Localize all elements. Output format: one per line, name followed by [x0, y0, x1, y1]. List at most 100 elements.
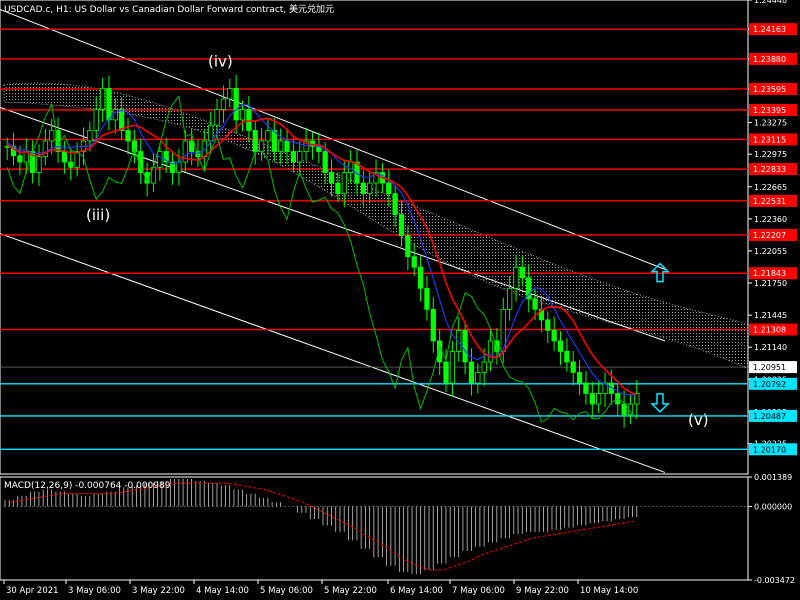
candle-body	[220, 98, 227, 110]
price-axis-label: 1.22975	[754, 150, 787, 159]
macd-axis-label: -0.003472	[754, 576, 795, 585]
candle-body	[99, 87, 106, 110]
candle-body	[449, 351, 456, 384]
resistance-level-label: 1.24163	[753, 25, 786, 34]
candle-body	[405, 235, 411, 258]
candle-body	[239, 109, 246, 121]
candle-body	[258, 140, 265, 152]
support-level-label: 1.20792	[753, 380, 786, 389]
candle-body	[557, 340, 564, 352]
candle-body	[87, 130, 93, 142]
candle-body	[545, 319, 551, 331]
candle-body	[17, 155, 23, 163]
candle-body	[443, 361, 449, 384]
candle-body	[564, 351, 570, 363]
candle-body	[297, 151, 303, 163]
candle-body	[398, 214, 405, 237]
candle-body	[328, 172, 335, 184]
time-axis-label: 7 May 06:00	[452, 586, 505, 596]
macd-title: MACD(12,26,9) -0.000764 -0.000989	[4, 481, 171, 491]
support-level-label: 1.20487	[753, 412, 786, 421]
support-level-label: 1.20170	[753, 445, 786, 454]
candle-body	[208, 124, 214, 142]
candle-body	[106, 87, 112, 121]
price-axis-label: 1.24440	[754, 0, 787, 5]
candle-body	[246, 109, 252, 131]
resistance-level-label: 1.21308	[753, 326, 786, 335]
candle-body	[176, 161, 182, 173]
candle-body	[551, 329, 557, 342]
candle-body	[157, 151, 163, 168]
time-axis-label: 10 May 14:00	[580, 586, 638, 596]
candle-body	[284, 140, 290, 152]
candle-body	[93, 109, 99, 131]
resistance-level-label: 1.22207	[753, 231, 786, 240]
candle-body	[74, 151, 80, 168]
candle-body	[341, 172, 347, 194]
candle-body	[227, 87, 233, 100]
candle-body	[252, 130, 258, 152]
candle-body	[462, 329, 468, 363]
candle-body	[424, 287, 430, 310]
candle-body	[68, 161, 74, 168]
candle-body	[532, 298, 538, 310]
price-axis-label: 1.21750	[754, 279, 787, 288]
candle-body	[367, 182, 373, 194]
resistance-level-label: 1.23880	[753, 55, 786, 64]
resistance-level-label: 1.21843	[753, 269, 786, 278]
chart-title: USDCAD.c, H1: US Dollar vs Canadian Doll…	[4, 5, 335, 15]
candle-body	[411, 256, 417, 268]
macd-axis-label: 0.000000	[754, 502, 792, 511]
candle-body	[36, 156, 42, 173]
candle-body	[214, 109, 220, 126]
macd-axis-label: 0.001389	[754, 473, 792, 482]
price-axis-label: 1.21445	[754, 311, 787, 320]
wave-label: (iv)	[208, 52, 233, 70]
candle-body	[468, 361, 475, 384]
resistance-level-label: 1.23595	[753, 85, 786, 94]
price-axis-label: 1.22665	[754, 183, 787, 192]
time-axis-label: 5 May 22:00	[324, 586, 377, 596]
candle-body	[487, 340, 494, 363]
candle-body	[188, 140, 195, 152]
candle-body	[290, 151, 297, 163]
candle-body	[430, 308, 436, 342]
current-price-label: 1.20951	[753, 363, 786, 372]
candle-body	[392, 193, 398, 216]
candle-body	[513, 266, 519, 289]
time-axis-label: 30 Apr 2021	[6, 586, 59, 596]
time-axis-label: 5 May 06:00	[260, 586, 313, 596]
chart-canvas: 1.24440 1.24163 1.23880 1.23595 1.23275 1.229…	[0, 0, 797, 596]
candle-body	[233, 87, 239, 121]
resistance-level-label: 1.23115	[753, 135, 786, 144]
time-axis-label: 4 May 14:00	[196, 586, 249, 596]
candle-body	[360, 182, 366, 194]
time-axis-label: 3 May 06:00	[68, 586, 121, 596]
candle-body	[475, 372, 481, 384]
candle-body	[278, 140, 284, 152]
resistance-level-label: 1.22531	[753, 197, 786, 206]
price-axis-label: 1.23275	[754, 119, 787, 128]
candle-body	[49, 130, 55, 142]
candle-body	[506, 287, 513, 310]
wave-label: (iii)	[86, 206, 110, 224]
candle-body	[335, 182, 341, 194]
candle-body	[125, 130, 131, 142]
wave-label: (v)	[688, 411, 709, 429]
price-axis-label: 1.21140	[754, 343, 787, 352]
candle-body	[386, 182, 392, 194]
price-axis-label: 1.22055	[754, 247, 787, 256]
candle-body	[570, 361, 576, 373]
time-axis-label: 6 May 14:00	[390, 586, 443, 596]
time-axis-label: 3 May 22:00	[132, 586, 185, 596]
candle-body	[596, 393, 602, 405]
candle-body	[481, 361, 487, 373]
candle-body	[271, 130, 277, 152]
candle-body	[4, 145, 10, 148]
price-axis-label: 1.22360	[754, 215, 787, 224]
candle-body	[583, 382, 589, 394]
candle-body	[322, 151, 328, 173]
candle-body	[519, 266, 525, 279]
candle-body	[265, 130, 271, 142]
candle-body	[589, 393, 595, 405]
